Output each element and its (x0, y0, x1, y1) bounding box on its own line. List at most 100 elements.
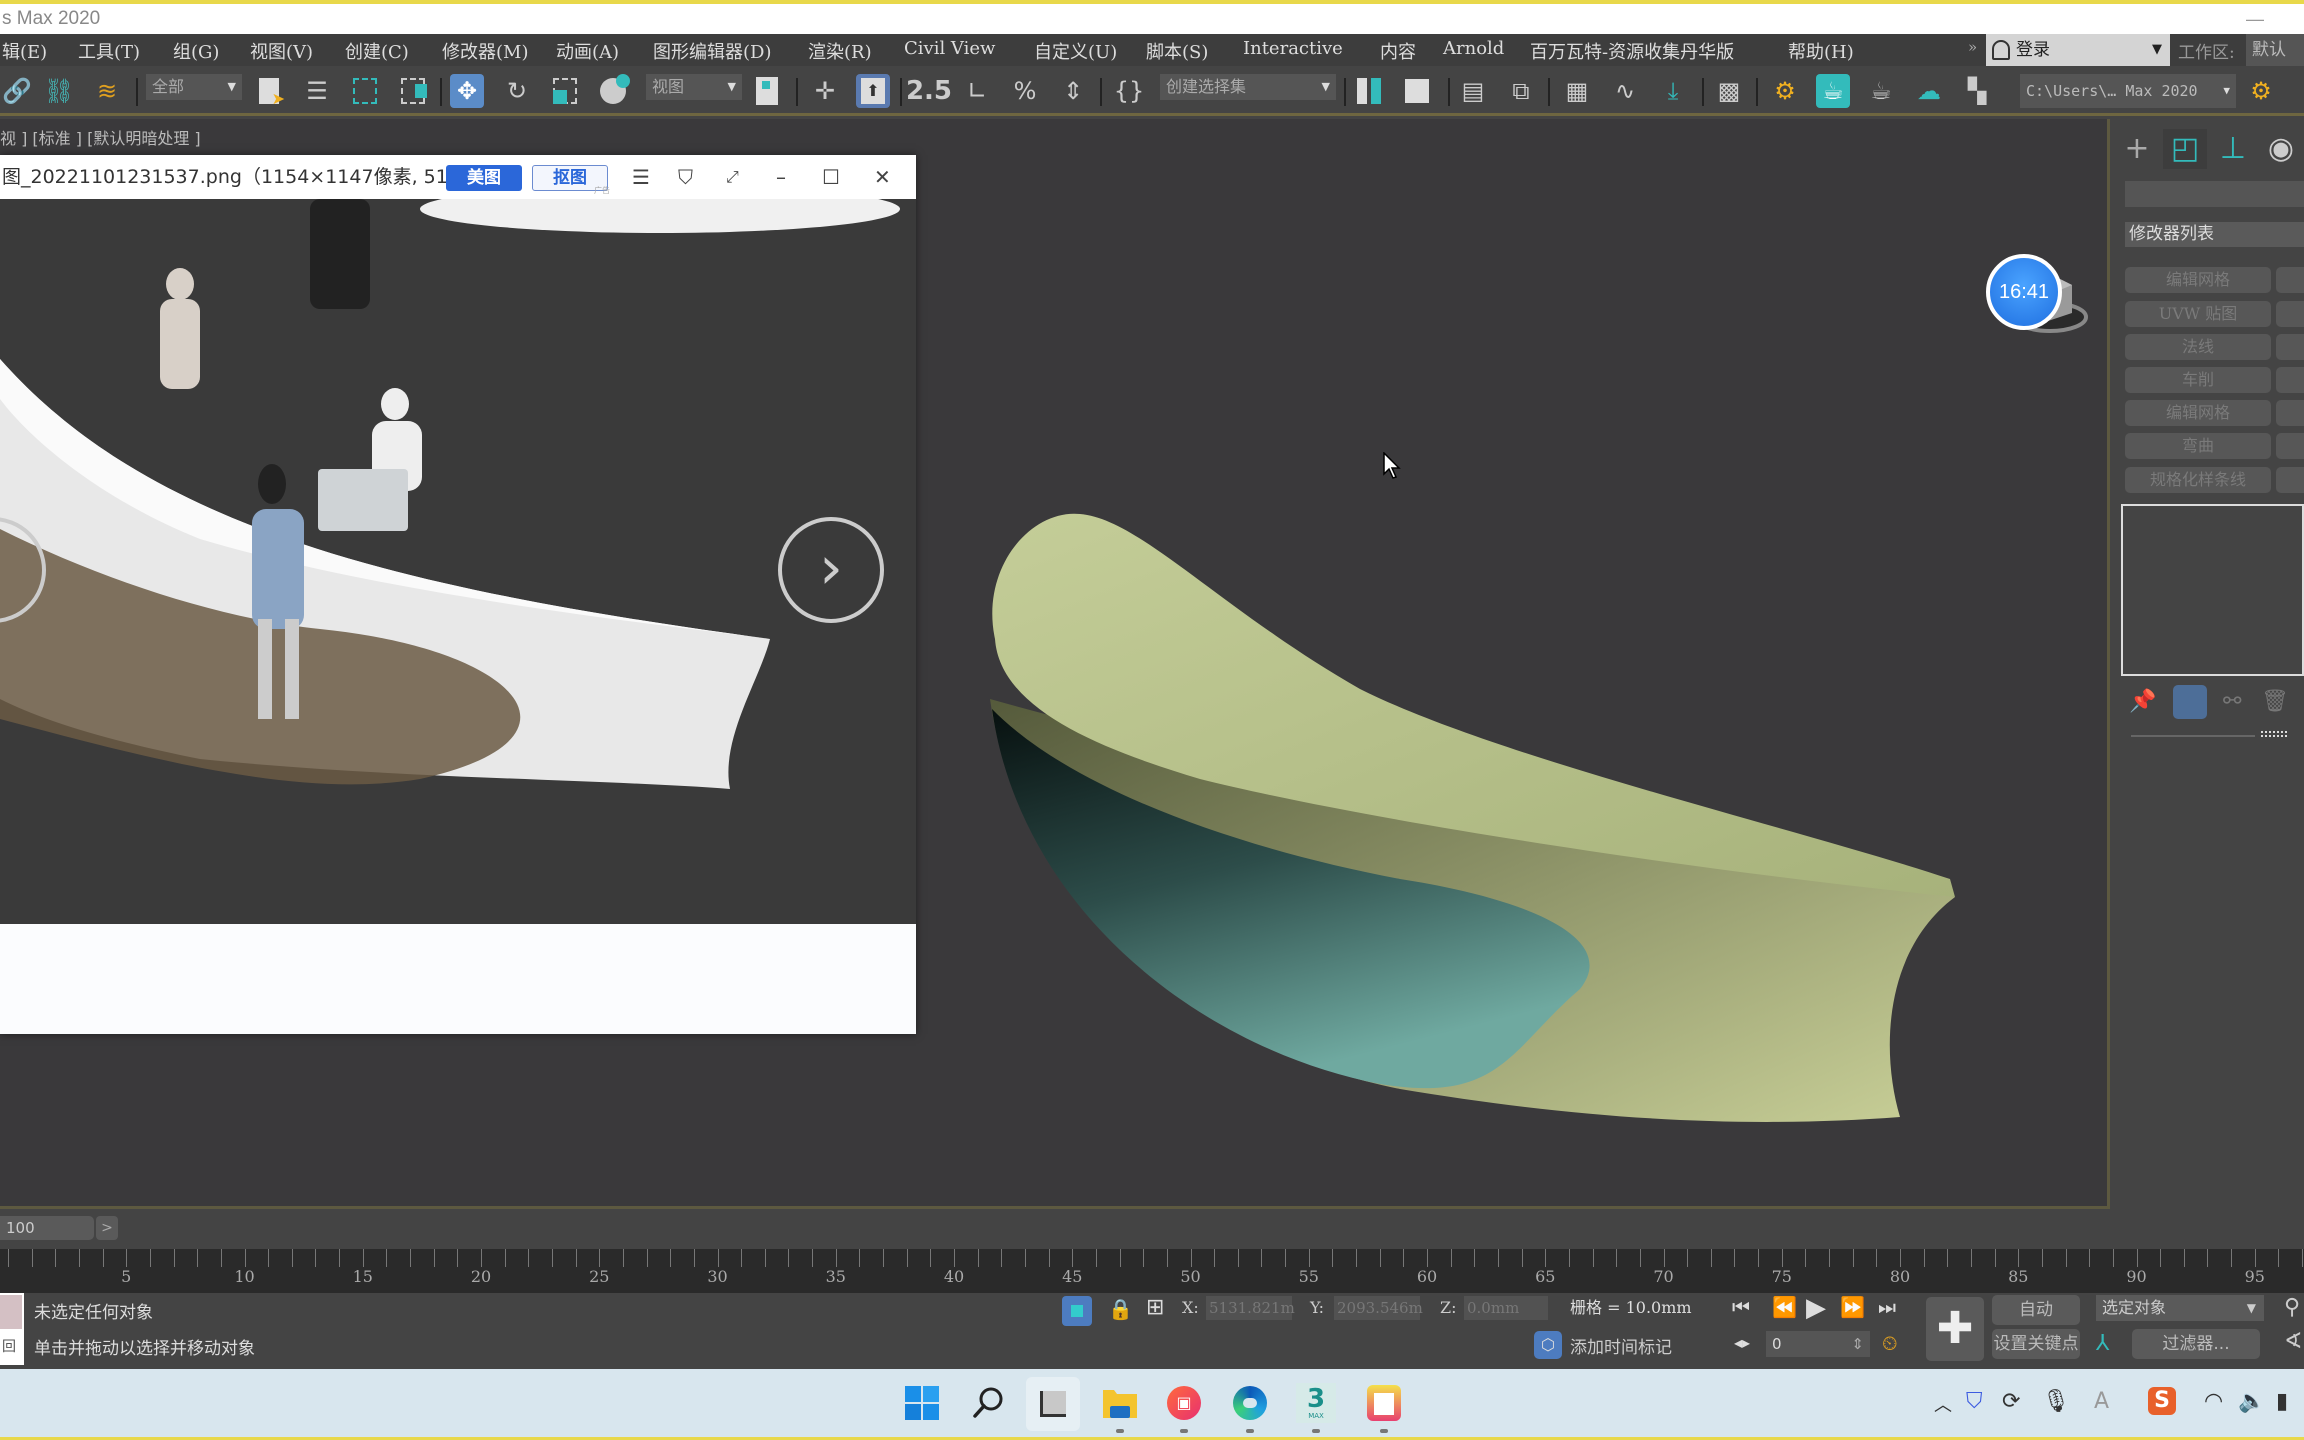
fullscreen-icon[interactable]: ⤢ (726, 155, 739, 199)
floating-clock-widget[interactable]: 16:41 (1986, 254, 2062, 330)
current-frame-field[interactable]: 0 ⇕ (1766, 1331, 1870, 1357)
start-button[interactable] (902, 1383, 942, 1423)
window-crossing-icon[interactable] (396, 74, 430, 108)
sogou-ime-icon[interactable]: S (2148, 1387, 2176, 1415)
menu-customize[interactable]: 自定义(U) (1034, 38, 1117, 64)
modifier-button-normal[interactable]: 法线 (2125, 334, 2271, 360)
menu-views[interactable]: 视图(V) (250, 38, 313, 64)
reference-coord-dropdown[interactable]: 视图 ▼ (646, 74, 742, 100)
menu-group[interactable]: 组(G) (173, 38, 219, 64)
skin-shirt-icon[interactable]: ⛉ (678, 155, 693, 199)
isolate-selection-icon[interactable] (1062, 1296, 1092, 1326)
maximize-icon[interactable]: ☐ (822, 155, 840, 199)
task-view-button[interactable] (1026, 1377, 1080, 1431)
rendered-frame-window-icon[interactable]: ☕ (1816, 74, 1850, 108)
maxscript-input[interactable] (0, 1295, 22, 1329)
add-time-tag[interactable]: 添加时间标记 (1570, 1333, 1672, 1358)
orbit-icon[interactable]: ∢ (2284, 1329, 2302, 1354)
create-tab-icon[interactable]: + (2115, 129, 2159, 169)
play-icon[interactable]: ▶ (1806, 1293, 1826, 1323)
mirror-icon[interactable] (1352, 74, 1386, 108)
rectangular-selection-icon[interactable] (348, 74, 382, 108)
edge-browser-button[interactable] (1230, 1383, 1270, 1423)
y-coordinate-field[interactable]: 2093.546m (1334, 1296, 1423, 1320)
snaps-toggle-icon[interactable]: 2.5 (906, 74, 952, 108)
timeline-ruler[interactable]: 5 10 15 20 25 30 35 40 45 50 55 60 65 70 75 80 85 90 95 (0, 1249, 2304, 1293)
spinner-snap-icon[interactable]: ⇕ (1056, 74, 1090, 108)
sync-icon[interactable]: ⟳ (2002, 1389, 2020, 1414)
microphone-icon[interactable]: 🎙 (2042, 1389, 2070, 1414)
next-image-button[interactable]: › (778, 517, 884, 623)
modifier-button-normalize-spline[interactable]: 规格化样条线 (2125, 467, 2271, 493)
time-configuration-icon[interactable]: ⏲ (1882, 1331, 1898, 1355)
default-in-out-tangent-icon[interactable]: ⅄ (2096, 1331, 2109, 1356)
zoom-icon[interactable]: ⚲ (2284, 1295, 2300, 1320)
workspace-dropdown[interactable]: 默认 (2246, 34, 2304, 66)
remove-modifier-icon[interactable]: 🗑 (2261, 689, 2289, 714)
file-explorer-button[interactable] (1100, 1383, 1140, 1423)
modifier-button-slot[interactable] (2276, 400, 2304, 426)
frame-counter[interactable]: 100 (0, 1216, 94, 1240)
modifier-button-edit-mesh-2[interactable]: 编辑网格 (2125, 400, 2271, 426)
input-method-icon[interactable]: A (2094, 1389, 2109, 1414)
menu-overflow[interactable]: » (1968, 38, 1977, 56)
curve-editor-icon[interactable]: ∿ (1608, 74, 1642, 108)
modifier-button-slot[interactable] (2276, 367, 2304, 393)
3ds-max-button[interactable]: 3 MAX (1296, 1383, 1336, 1423)
percent-snap-icon[interactable]: % (1008, 74, 1042, 108)
edit-named-selection-icon[interactable]: {} (1112, 74, 1146, 108)
meitu-button[interactable]: 美图 (446, 165, 522, 191)
viewport-label[interactable]: 视 ] [标准 ] [默认明暗处理 ] (0, 125, 201, 149)
modifier-button-edit-mesh[interactable]: 编辑网格 (2125, 267, 2271, 293)
volume-icon[interactable]: 🔈 (2238, 1389, 2265, 1414)
schematic-view-icon[interactable]: ⤓ (1656, 74, 1690, 108)
modifier-button-lathe[interactable]: 车削 (2125, 367, 2271, 393)
make-unique-icon[interactable]: ⚯ (2223, 689, 2241, 714)
search-button[interactable] (968, 1383, 1008, 1423)
render-production-icon[interactable]: ☕ (1864, 74, 1898, 108)
z-coordinate-field[interactable]: 0.0mm (1464, 1296, 1548, 1320)
object-name-field[interactable] (2125, 181, 2304, 207)
modify-tab-icon[interactable]: ◰ (2163, 129, 2207, 169)
menu-scripting[interactable]: 脚本(S) (1146, 38, 1208, 64)
select-and-move-icon[interactable]: ✥ (450, 74, 484, 108)
menu-modifiers[interactable]: 修改器(M) (442, 38, 528, 64)
screen-recorder-button[interactable]: ▣ (1164, 1383, 1204, 1423)
motion-tab-icon[interactable]: ◉ (2259, 129, 2303, 169)
hierarchy-tab-icon[interactable]: ⊥ (2211, 129, 2255, 169)
menu-rendering[interactable]: 渲染(R) (808, 38, 872, 64)
security-shield-icon[interactable]: ⛉ (1966, 1389, 1983, 1414)
close-icon[interactable]: ✕ (874, 155, 891, 199)
modifier-button-slot[interactable] (2276, 467, 2304, 493)
modifier-list-dropdown[interactable]: 修改器列表 (2125, 222, 2304, 247)
key-filters-button[interactable]: 过滤器... (2132, 1329, 2260, 1359)
render-images-icon[interactable]: ▚ (1960, 74, 1994, 108)
layer-explorer-icon[interactable]: ⧉ (1504, 74, 1538, 108)
auto-key-button[interactable]: 自动 (1992, 1295, 2080, 1325)
maxscript-listener[interactable]: 回 (0, 1293, 24, 1365)
project-settings-icon[interactable]: ⚙ (2244, 74, 2278, 108)
next-frame-button[interactable]: > (96, 1216, 118, 1240)
unlink-icon[interactable]: ⛓ (42, 74, 76, 108)
minimize-icon[interactable]: – (776, 155, 786, 199)
panel-resize-handle[interactable] (2261, 731, 2287, 737)
menu-animation[interactable]: 动画(A) (556, 38, 619, 64)
render-cloud-icon[interactable]: ☁ (1912, 74, 1946, 108)
modifier-button-slot[interactable] (2276, 301, 2304, 327)
spinner-icon[interactable]: ⇕ (1851, 1331, 1864, 1357)
go-to-end-icon[interactable]: ⏭ (1878, 1295, 1896, 1319)
bind-space-warp-icon[interactable]: ≋ (90, 74, 124, 108)
hamburger-menu-icon[interactable]: ☰ (632, 155, 650, 199)
key-mode-toggle-icon[interactable]: ◂▸ (1734, 1333, 1750, 1352)
modifier-button-slot[interactable] (2276, 433, 2304, 459)
x-coordinate-field[interactable]: 5131.821m (1206, 1296, 1295, 1320)
notepad-button[interactable] (1364, 1383, 1404, 1423)
modifier-stack-list[interactable] (2121, 504, 2304, 676)
select-by-name-icon[interactable]: ☰ (300, 74, 334, 108)
menu-help[interactable]: 帮助(H) (1788, 38, 1854, 64)
minimize-button[interactable]: — (2246, 4, 2264, 34)
reception-desk-3d-model[interactable] (980, 489, 1970, 1129)
named-selection-dropdown[interactable]: 创建选择集 ▼ (1160, 74, 1336, 100)
menu-create[interactable]: 创建(C) (345, 38, 409, 64)
menu-tools[interactable]: 工具(T) (78, 38, 140, 64)
